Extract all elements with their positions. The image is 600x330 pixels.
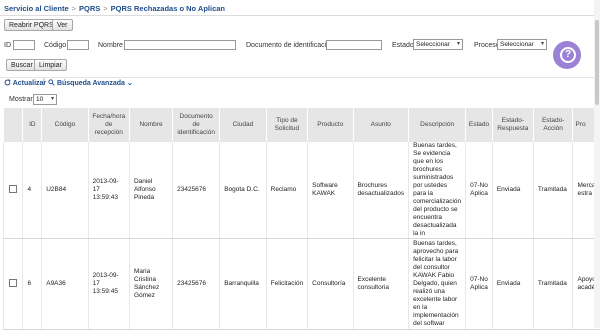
column-header-type[interactable]: Tipo de Solicitud bbox=[266, 108, 308, 142]
document-label: Documento de identificación bbox=[246, 42, 334, 49]
view-button[interactable]: Ver bbox=[52, 19, 73, 31]
row-checkbox[interactable] bbox=[9, 279, 17, 287]
cell-action: Tramitada bbox=[533, 239, 573, 330]
cell-description: Buenas tardes, Se evidencia que en los b… bbox=[409, 142, 466, 239]
cell-id: 6 bbox=[23, 239, 42, 330]
cell-date: 2013-09-17 13:59:43 bbox=[88, 142, 129, 239]
column-header-status[interactable]: Estado bbox=[466, 108, 493, 142]
refresh-icon bbox=[4, 79, 11, 86]
name-label: Nombre bbox=[98, 42, 123, 49]
column-header-select bbox=[4, 108, 23, 142]
cell-document: 23425676 bbox=[173, 142, 220, 239]
page-size-select[interactable]: 10 ▾ bbox=[33, 94, 57, 105]
row-select-cell[interactable] bbox=[4, 239, 23, 330]
table-header-row: ID Código Fecha/hora de recepción Nombre… bbox=[4, 108, 600, 142]
cell-document: 23425676 bbox=[173, 239, 220, 330]
cell-id: 4 bbox=[23, 142, 42, 239]
clear-button[interactable]: Limpiar bbox=[34, 59, 67, 71]
code-input[interactable] bbox=[67, 40, 89, 50]
cell-name: Daniel Alfonso Pineda bbox=[129, 142, 172, 239]
breadcrumb-item-pqrs[interactable]: PQRS bbox=[79, 4, 100, 13]
chevron-down-icon: ▾ bbox=[51, 95, 54, 104]
divider bbox=[0, 15, 600, 16]
id-input[interactable] bbox=[13, 40, 35, 50]
column-header-code[interactable]: Código bbox=[42, 108, 88, 142]
cell-city: Barranquilla bbox=[220, 239, 266, 330]
column-header-id[interactable]: ID bbox=[23, 108, 42, 142]
advanced-search-toggle[interactable]: Búsqueda Avanzada ⌄ bbox=[48, 79, 133, 87]
chevron-down-icon: ▾ bbox=[541, 40, 544, 49]
pqrs-table: ID Código Fecha/hora de recepción Nombre… bbox=[3, 108, 600, 330]
column-header-city[interactable]: Ciudad bbox=[220, 108, 266, 142]
divider bbox=[0, 77, 600, 78]
actions-divider: | bbox=[43, 79, 45, 86]
process-label: Proceso bbox=[474, 42, 500, 49]
column-header-description[interactable]: Descripción bbox=[409, 108, 466, 142]
column-header-date[interactable]: Fecha/hora de recepción bbox=[88, 108, 129, 142]
status-label: Estado bbox=[392, 42, 414, 49]
page-size-value: 10 bbox=[36, 96, 43, 103]
chevron-down-icon: ⌄ bbox=[127, 80, 133, 87]
code-label: Código bbox=[44, 42, 66, 49]
cell-type: Reclamo bbox=[266, 142, 308, 239]
refresh-action[interactable]: Actualizar bbox=[4, 79, 46, 87]
name-input[interactable] bbox=[124, 40, 236, 50]
help-button[interactable]: ? bbox=[553, 41, 581, 69]
column-header-subject[interactable]: Asunto bbox=[353, 108, 409, 142]
reopen-pqrs-button[interactable]: Reabrir PQRS bbox=[4, 19, 59, 31]
cell-status: 07-No Aplica bbox=[466, 239, 493, 330]
breadcrumb-item-service[interactable]: Servicio al Cliente bbox=[4, 4, 69, 13]
advanced-search-label: Búsqueda Avanzada bbox=[57, 80, 125, 87]
table-row[interactable]: 6 A9A36 2013-09-17 13:59:45 Maria Cristi… bbox=[4, 239, 600, 330]
process-select[interactable]: Seleccionar ▾ bbox=[497, 39, 547, 50]
cell-type: Felicitación bbox=[266, 239, 308, 330]
column-header-name[interactable]: Nombre bbox=[129, 108, 172, 142]
cell-name: Maria Cristina Sánchez Gómez bbox=[129, 239, 172, 330]
cell-code: U2B84 bbox=[42, 142, 88, 239]
cell-product: Consultoría bbox=[308, 239, 353, 330]
breadcrumb-separator: > bbox=[103, 4, 107, 13]
show-label: Mostrar bbox=[9, 96, 33, 103]
cell-description: Buenas tardes, aprovecho para felicitar … bbox=[409, 239, 466, 330]
breadcrumb-item-current: PQRS Rechazadas o No Aplican bbox=[111, 4, 225, 13]
document-input[interactable] bbox=[326, 40, 382, 50]
column-header-document[interactable]: Documento de identificación bbox=[173, 108, 220, 142]
cell-product: Software KAWAK bbox=[308, 142, 353, 239]
cell-status: 07-No Aplica bbox=[466, 142, 493, 239]
row-select-cell[interactable] bbox=[4, 142, 23, 239]
magnifier-icon bbox=[48, 79, 55, 86]
table-row[interactable]: 4 U2B84 2013-09-17 13:59:43 Daniel Alfon… bbox=[4, 142, 600, 239]
cell-date: 2013-09-17 13:59:45 bbox=[88, 239, 129, 330]
refresh-label: Actualizar bbox=[13, 80, 46, 87]
cell-action: Tramitada bbox=[533, 142, 573, 239]
process-select-value: Seleccionar bbox=[500, 41, 534, 48]
row-checkbox[interactable] bbox=[9, 185, 17, 193]
breadcrumb: Servicio al Cliente>PQRS>PQRS Rechazadas… bbox=[4, 4, 225, 13]
cell-subject: Brochures desactualizados bbox=[353, 142, 409, 239]
question-mark-icon: ? bbox=[560, 47, 576, 63]
cell-code: A9A36 bbox=[42, 239, 88, 330]
column-header-action[interactable]: Estado-Acción bbox=[533, 108, 573, 142]
chevron-down-icon: ▾ bbox=[457, 40, 460, 49]
cell-subject: Excelente consultoria bbox=[353, 239, 409, 330]
status-select-value: Seleccionar bbox=[416, 41, 450, 48]
column-header-response[interactable]: Estado-Respuesta bbox=[492, 108, 533, 142]
status-select[interactable]: Seleccionar ▾ bbox=[413, 39, 463, 50]
cell-response: Enviada bbox=[492, 142, 533, 239]
scrollbar-thumb[interactable] bbox=[595, 20, 599, 105]
cell-city: Bogota D.C. bbox=[220, 142, 266, 239]
cell-response: Enviada bbox=[492, 239, 533, 330]
column-header-product[interactable]: Producto bbox=[308, 108, 353, 142]
breadcrumb-separator: > bbox=[72, 4, 76, 13]
id-label: ID bbox=[4, 42, 11, 49]
